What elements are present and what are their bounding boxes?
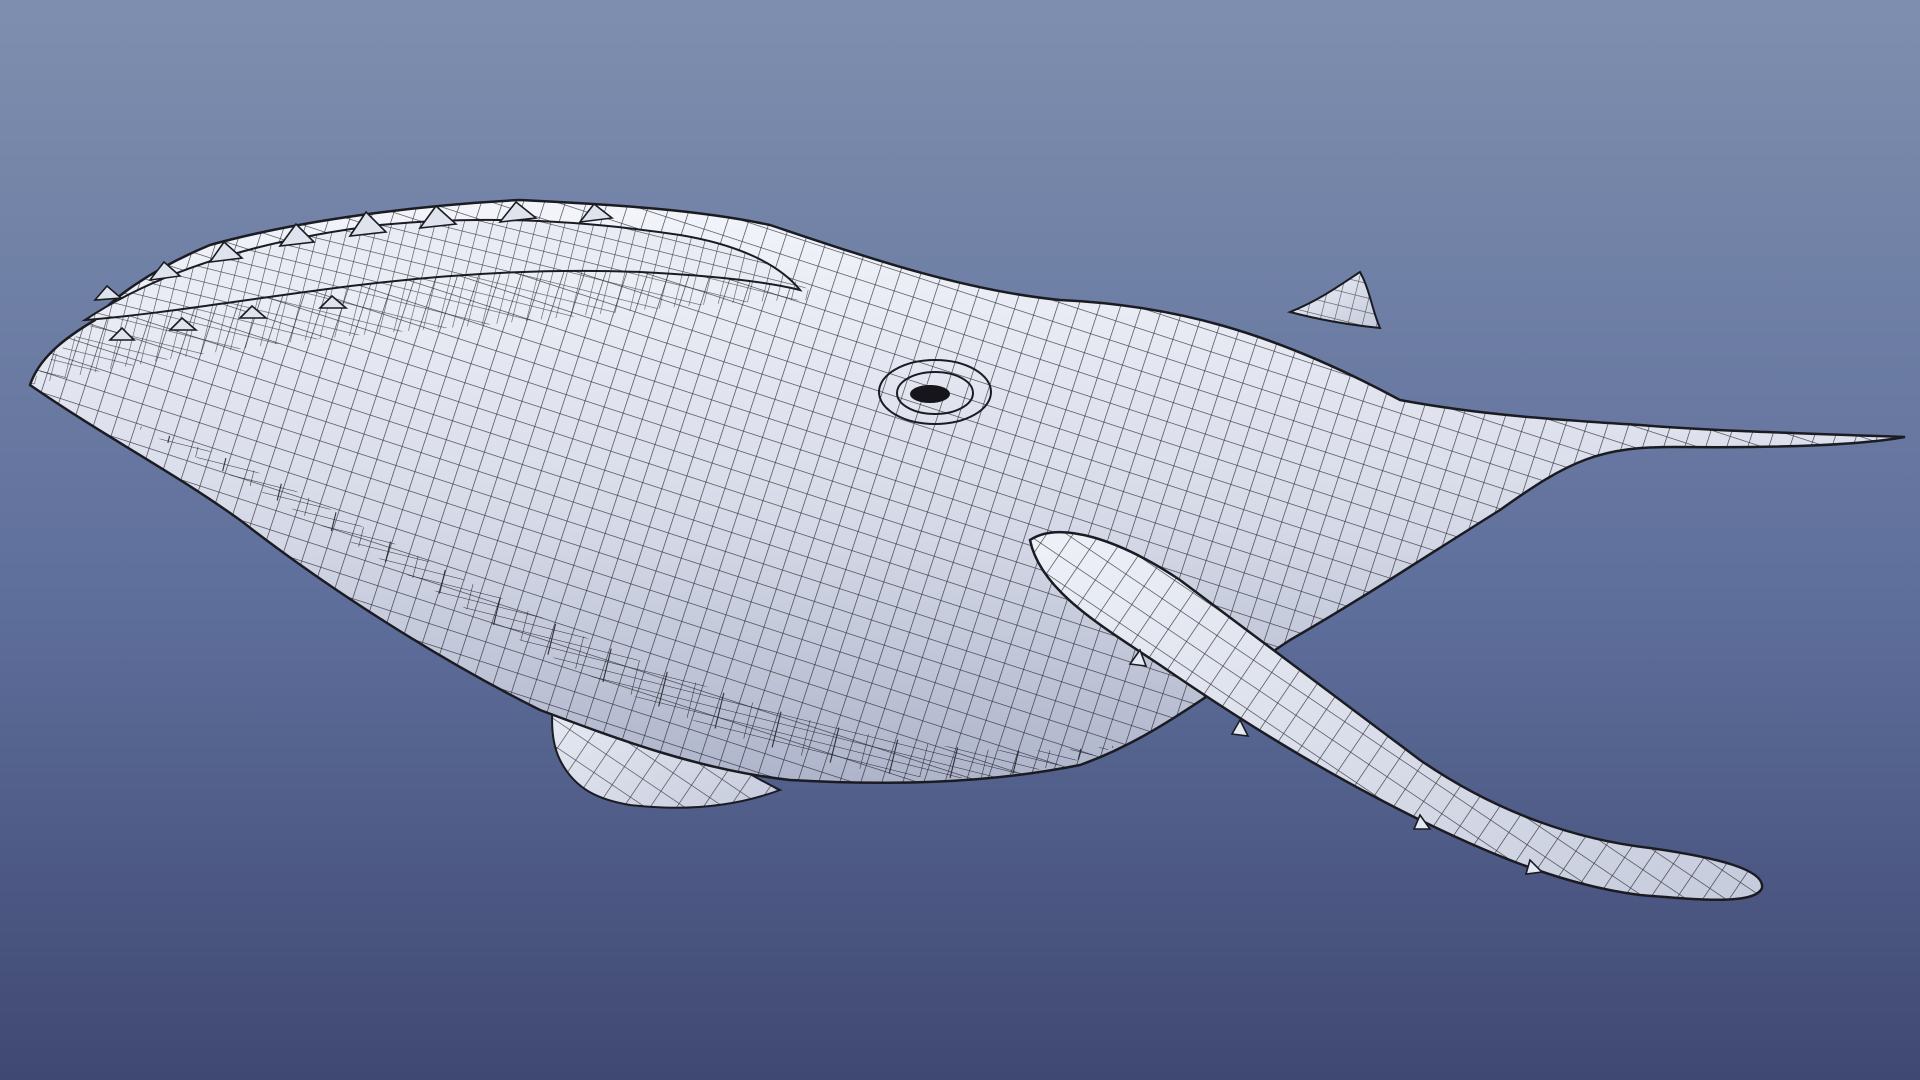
3d-viewport[interactable] <box>0 0 1920 1080</box>
whale-render <box>0 0 1920 1080</box>
